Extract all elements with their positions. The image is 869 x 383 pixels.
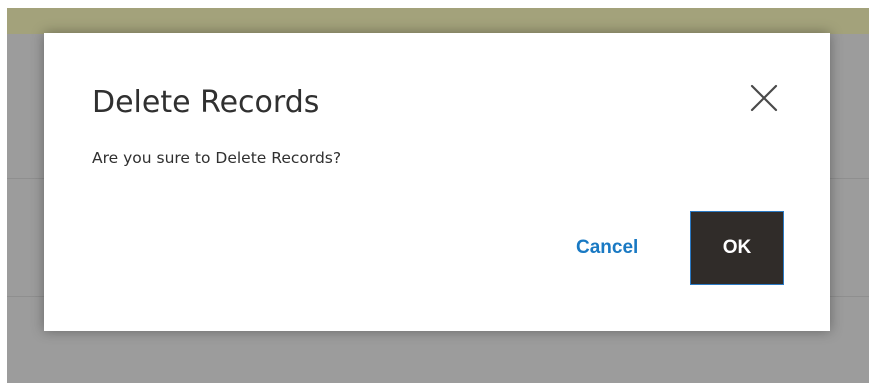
dialog-title: Delete Records (92, 85, 320, 120)
close-icon (750, 84, 778, 112)
dialog-message: Are you sure to Delete Records? (92, 149, 342, 167)
confirm-delete-dialog: Delete Records Are you sure to Delete Re… (44, 33, 830, 331)
screen: Delete Records Are you sure to Delete Re… (0, 0, 869, 383)
ok-button[interactable]: OK (690, 211, 784, 285)
cancel-button[interactable]: Cancel (572, 231, 642, 265)
close-button[interactable] (747, 81, 781, 115)
page-header-bar (7, 8, 869, 34)
